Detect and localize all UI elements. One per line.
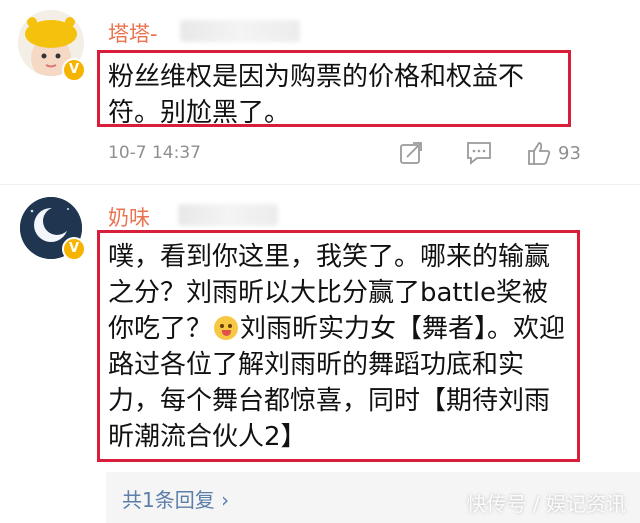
comment-text-highlighted: 粉丝维权是因为购票的价格和权益不符。别尬黑了。 [97,50,571,128]
like-button[interactable]: 93 [526,140,581,166]
divider [0,184,640,185]
verified-badge-icon: V [62,237,86,261]
view-replies-link[interactable]: 共1条回复 › [122,484,229,513]
username[interactable]: 塔塔- [108,18,158,48]
share-icon[interactable] [398,140,424,171]
weibo-comments-page: V 塔塔- 粉丝维权是因为购票的价格和权益不符。别尬黑了。 10-7 14:37 [0,0,640,523]
like-count: 93 [558,142,581,164]
watermark: 快传号 / 娱记资讯 [466,492,626,516]
comment-text-highlighted: 噗，看到你这里，我笑了。哪来的输赢之分？刘雨昕以大比分赢了battle奖被你吃了… [97,230,580,462]
blurred-username-region [180,20,300,42]
username[interactable]: 奶味 [108,202,150,232]
blurred-username-region [178,204,278,226]
comment-icon[interactable] [465,140,493,171]
tongue-out-emoji-icon [214,316,239,340]
comment-meta-row: 10-7 14:37 93 [108,140,598,168]
verified-badge-icon: V [62,58,86,82]
timestamp: 10-7 14:37 [108,143,201,163]
like-icon [528,142,551,165]
reply-bar: 共1条回复 › 快传号 / 娱记资讯 [106,472,640,523]
